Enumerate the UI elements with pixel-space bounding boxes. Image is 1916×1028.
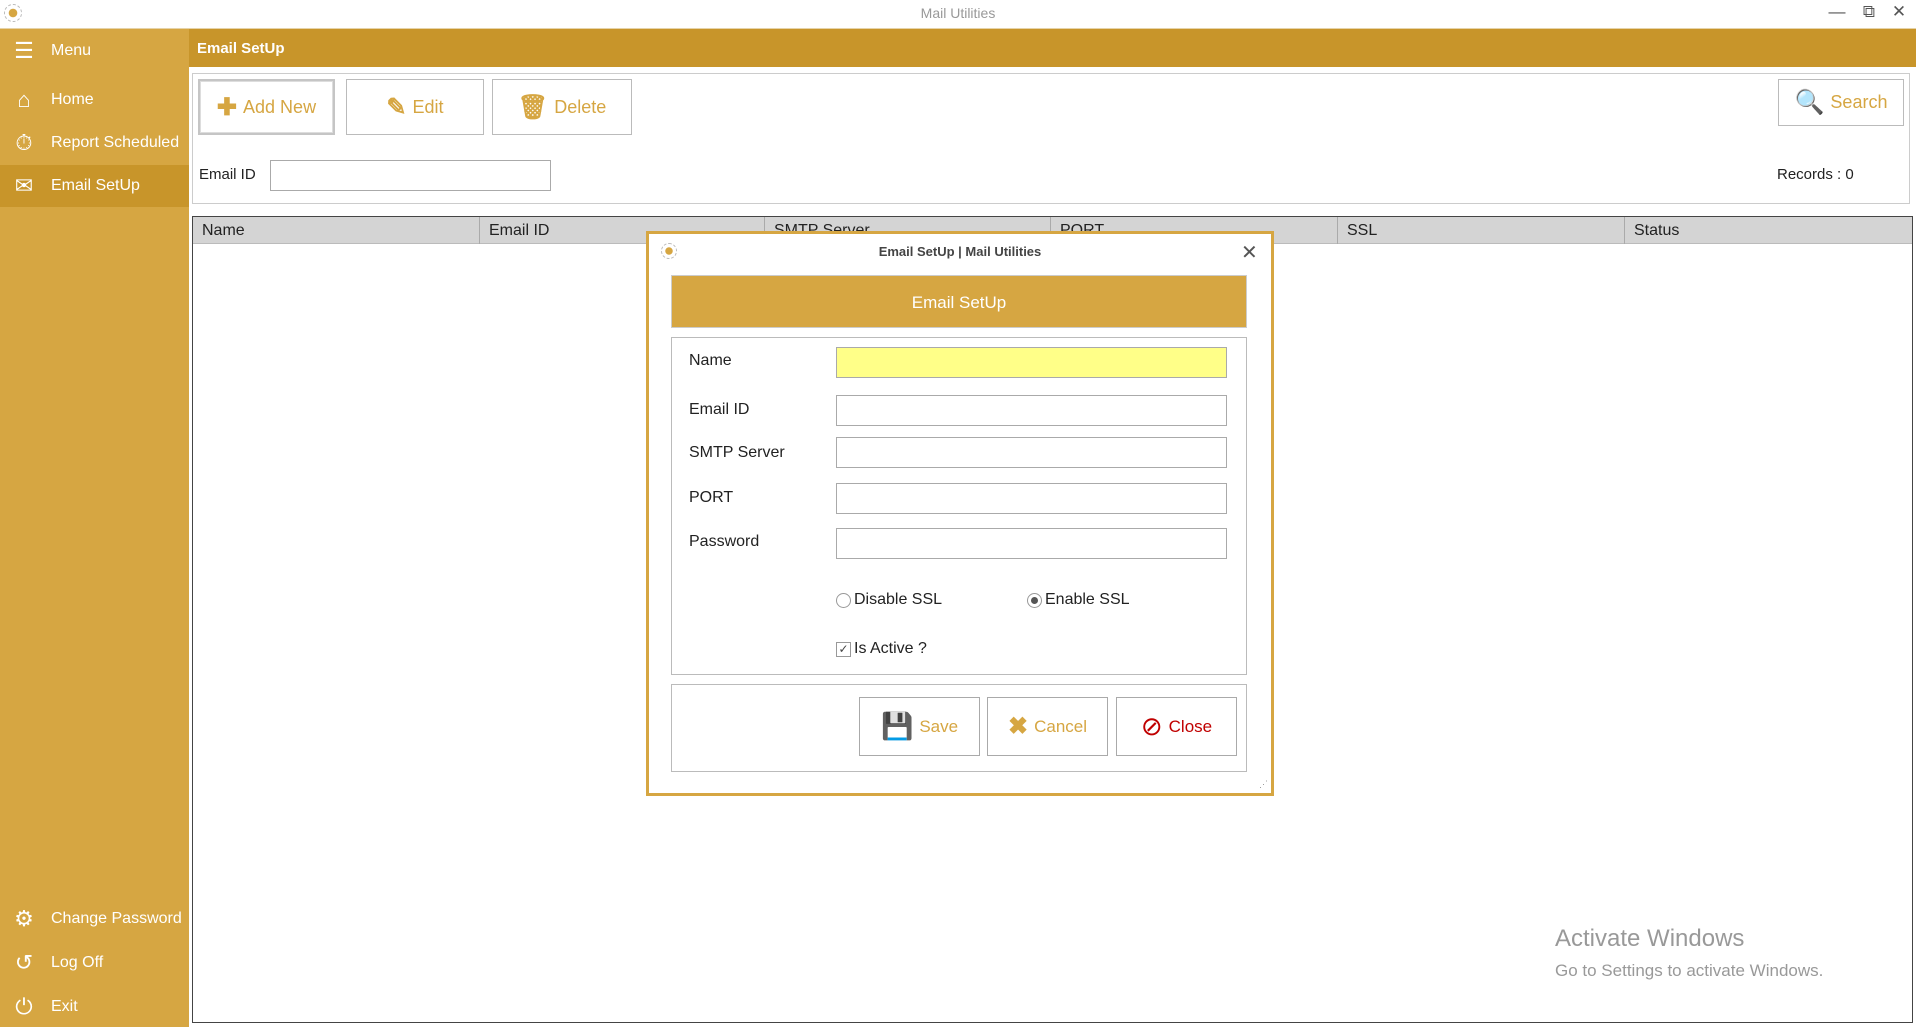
sidebar-item-menu[interactable]: ☰ Menu	[0, 30, 189, 72]
envelope-icon: ✉	[14, 173, 34, 198]
title-bar: Mail Utilities — ⧉ ✕	[0, 0, 1916, 29]
port-input[interactable]	[836, 483, 1227, 514]
hamburger-icon: ☰	[14, 38, 34, 63]
sidebar-item-label: Menu	[51, 42, 92, 59]
restore-icon[interactable]: ⧉	[1854, 2, 1884, 26]
add-new-button[interactable]: ✚ Add New	[198, 79, 335, 135]
sidebar-item-label: Email SetUp	[51, 177, 140, 194]
cancel-button[interactable]: ✖ Cancel	[987, 697, 1108, 756]
smtp-server-label: SMTP Server	[689, 444, 785, 461]
floppy-disk-icon: 💾	[880, 711, 914, 741]
column-header-ssl[interactable]: SSL	[1338, 217, 1625, 244]
column-header-status[interactable]: Status	[1625, 217, 1912, 244]
toolbar-panel: ✚ Add New ✎ Edit 🗑 Delete 🔍 Search Email ID …	[192, 73, 1910, 204]
activate-windows-subtext: Go to Settings to activate Windows.	[1555, 961, 1824, 980]
radio-icon	[836, 592, 851, 608]
sidebar-item-email-setup[interactable]: ✉ Email SetUp	[0, 165, 189, 207]
window-title: Mail Utilities	[920, 5, 996, 21]
power-icon: ⏻	[15, 994, 33, 1019]
x-icon: ✖	[1007, 713, 1029, 740]
sidebar-item-label: Exit	[51, 998, 78, 1015]
edit-label: Edit	[412, 96, 444, 117]
email-id-input[interactable]	[836, 395, 1227, 426]
pencil-icon: ✎	[386, 93, 407, 121]
gears-icon: ⚙	[14, 906, 34, 931]
search-button[interactable]: 🔍 Search	[1778, 79, 1904, 126]
add-new-label: Add New	[243, 96, 317, 117]
email-setup-dialog: Email SetUp | Mail Utilities ✕ Email Set…	[646, 231, 1274, 796]
resize-grip-icon[interactable]: ⋰	[1259, 779, 1268, 790]
close-icon[interactable]: ✕	[1884, 2, 1914, 26]
is-active-checkbox[interactable]: ✓ Is Active ?	[836, 640, 927, 658]
activate-windows-watermark: Activate Windows	[1555, 925, 1745, 952]
close-button[interactable]: ⊘ Close	[1116, 697, 1237, 756]
dialog-close-icon[interactable]: ✕	[1241, 240, 1258, 265]
dialog-button-panel: 💾 Save ✖ Cancel ⊘ Close	[671, 684, 1247, 772]
radio-selected-icon	[1027, 592, 1042, 608]
sidebar-item-label: Home	[51, 91, 94, 108]
plus-icon: ✚	[216, 93, 238, 121]
undo-icon: ↺	[14, 950, 34, 975]
form-panel: Name Email ID SMTP Server PORT Password …	[671, 337, 1247, 675]
sidebar-item-label: Report Scheduled	[51, 134, 180, 151]
delete-button[interactable]: 🗑 Delete	[492, 79, 632, 135]
email-id-filter-input[interactable]	[270, 160, 551, 191]
smtp-server-input[interactable]	[836, 437, 1227, 468]
search-label: Search	[1830, 92, 1888, 112]
enable-ssl-label: Enable SSL	[1045, 591, 1130, 608]
port-label: PORT	[689, 489, 734, 506]
email-id-label: Email ID	[689, 401, 750, 418]
name-input[interactable]	[836, 347, 1227, 378]
records-count: Records : 0	[1777, 166, 1854, 183]
minimize-icon[interactable]: —	[1822, 2, 1852, 26]
page-title: Email SetUp	[189, 29, 1916, 67]
close-label: Close	[1168, 716, 1213, 736]
trash-icon: 🗑	[517, 93, 549, 121]
save-label: Save	[919, 716, 959, 736]
cancel-label: Cancel	[1034, 716, 1088, 736]
sidebar-item-change-password[interactable]: ⚙ Change Password	[0, 898, 189, 940]
name-label: Name	[689, 352, 732, 369]
dialog-banner: Email SetUp	[671, 275, 1247, 328]
delete-label: Delete	[554, 96, 607, 117]
checkmark-icon: ✓	[836, 641, 851, 657]
sidebar-item-label: Log Off	[51, 954, 104, 971]
sidebar-item-exit[interactable]: ⏻ Exit	[0, 986, 189, 1028]
column-header-name[interactable]: Name	[193, 217, 480, 244]
edit-button[interactable]: ✎ Edit	[346, 79, 484, 135]
clock-icon: ⏱	[15, 130, 33, 155]
email-id-filter-label: Email ID	[199, 166, 256, 183]
search-icon: 🔍	[1794, 89, 1825, 116]
dialog-title: Email SetUp | Mail Utilities	[878, 244, 1042, 259]
save-button[interactable]: 💾 Save	[859, 697, 980, 756]
prohibited-icon: ⊘	[1140, 711, 1163, 741]
disable-ssl-label: Disable SSL	[854, 591, 943, 608]
sidebar-item-home[interactable]: ⌂ Home	[0, 79, 189, 121]
password-label: Password	[689, 533, 760, 550]
is-active-label: Is Active ?	[854, 640, 927, 657]
sidebar-item-label: Change Password	[51, 910, 182, 927]
sidebar-item-report-scheduled[interactable]: ⏱ Report Scheduled	[0, 122, 189, 164]
home-icon: ⌂	[17, 87, 31, 112]
disable-ssl-radio[interactable]: Disable SSL	[836, 591, 942, 609]
sidebar-item-log-off[interactable]: ↺ Log Off	[0, 942, 189, 984]
sidebar: ☰ Menu ⌂ Home ⏱ Report Scheduled ✉ Email Set…	[0, 29, 189, 1027]
password-input[interactable]	[836, 528, 1227, 559]
enable-ssl-radio[interactable]: Enable SSL	[1027, 591, 1130, 609]
